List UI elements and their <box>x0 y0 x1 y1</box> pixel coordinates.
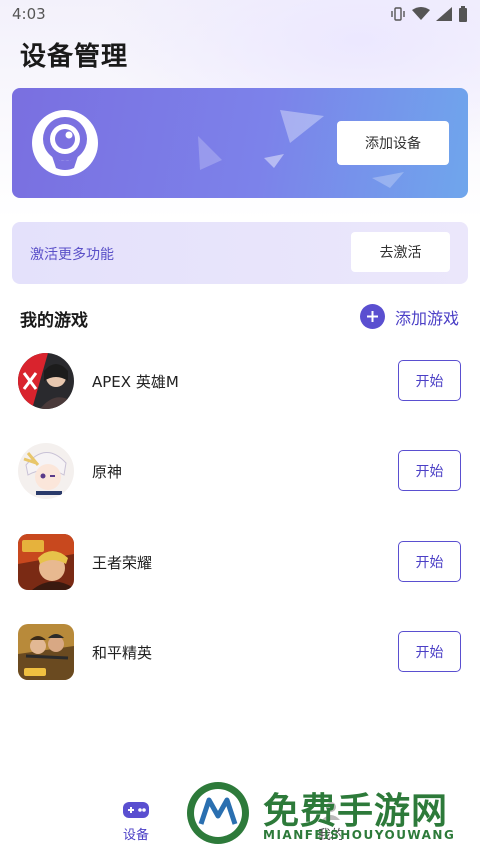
signal-icon <box>436 7 452 21</box>
status-icons <box>390 6 468 22</box>
activation-banner: 激活更多功能 去激活 <box>12 222 468 284</box>
game-row: 原神 开始 <box>0 441 480 501</box>
vibrate-icon <box>391 7 405 21</box>
game-row: 和平精英 开始 <box>0 622 480 682</box>
start-button[interactable]: 开始 <box>398 541 461 582</box>
device-logo-icon <box>32 110 98 176</box>
watermark-subtitle: MIANFEISHOUYOUWANG <box>263 828 456 842</box>
add-game-label: 添加游戏 <box>395 308 460 328</box>
game-row: 王者荣耀 开始 <box>0 532 480 592</box>
wifi-icon <box>412 7 430 20</box>
add-device-button[interactable]: 添加设备 <box>337 121 449 165</box>
honor-of-kings-icon <box>18 534 74 590</box>
status-bar: 4:03 <box>0 0 480 28</box>
peace-elite-icon <box>18 624 74 680</box>
game-name: 王者荣耀 <box>92 554 153 572</box>
watermark: 免费手游网 MIANFEISHOUYOUWANG <box>185 780 475 850</box>
my-games-title: 我的游戏 <box>20 311 88 331</box>
activate-button[interactable]: 去激活 <box>351 232 450 272</box>
start-button[interactable]: 开始 <box>398 360 461 401</box>
device-card: 添加设备 <box>12 88 468 198</box>
page-title: 设备管理 <box>20 42 129 72</box>
game-name: 原神 <box>92 463 123 481</box>
game-name: APEX 英雄M <box>92 373 179 391</box>
plus-icon <box>360 304 385 329</box>
game-name: 和平精英 <box>92 644 153 662</box>
battery-icon <box>459 6 467 22</box>
add-game-button[interactable]: 添加游戏 <box>360 304 459 329</box>
start-button[interactable]: 开始 <box>398 450 461 491</box>
game-row: APEX 英雄M 开始 <box>0 351 480 411</box>
gamepad-icon <box>123 802 149 818</box>
apex-icon <box>18 353 74 409</box>
genshin-icon <box>18 443 74 499</box>
activation-text: 激活更多功能 <box>30 247 114 263</box>
nav-label-device: 设备 <box>122 828 149 843</box>
watermark-logo-icon <box>187 782 249 844</box>
watermark-title: 免费手游网 <box>263 791 449 832</box>
start-button[interactable]: 开始 <box>398 631 461 672</box>
status-time: 4:03 <box>12 5 46 23</box>
nav-item-device[interactable]: 设备 <box>122 800 150 843</box>
